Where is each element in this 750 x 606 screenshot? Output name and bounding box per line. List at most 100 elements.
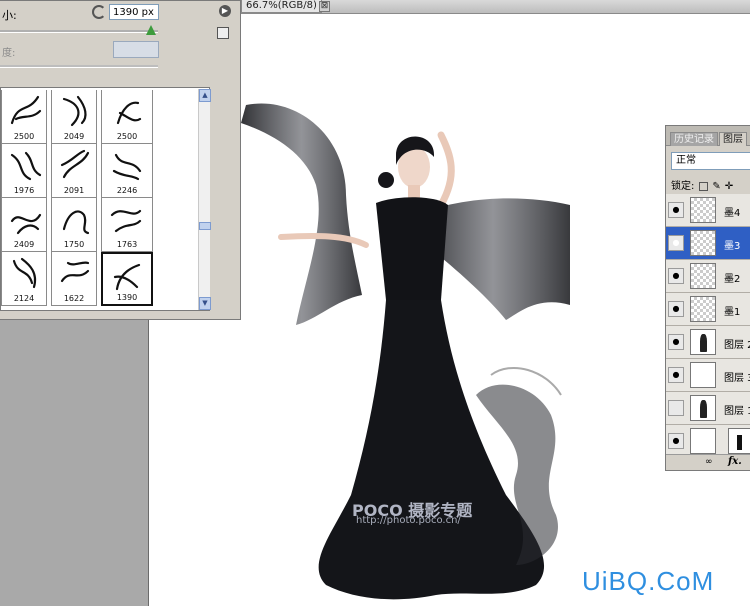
eye-icon[interactable]: ●: [668, 235, 684, 251]
layer-name: 墨2: [724, 274, 741, 285]
layer-mask-thumbnail: [728, 428, 750, 454]
layer-name: 墨1: [724, 307, 741, 318]
eye-icon[interactable]: ●: [668, 334, 684, 350]
layer-row[interactable]: ● 墨2: [666, 260, 750, 293]
layer-row[interactable]: ● 墨1: [666, 293, 750, 326]
brush-stroke-preview: [60, 261, 90, 283]
layer-thumbnail: [690, 263, 716, 289]
brush-stroke-preview: [116, 101, 142, 125]
brush-stroke-preview: [113, 263, 141, 291]
layers-panel: 历史记录 图层 正常 锁定:✎✛ ●墨4●墨3●墨2●墨1●图层 2●图层 3●…: [665, 125, 750, 471]
brush-stroke-preview: [60, 149, 90, 179]
layer-name: 墨4: [724, 208, 741, 219]
brush-preset[interactable]: 2500: [101, 90, 153, 144]
lock-row: 锁定: ✎ ✛: [671, 177, 733, 193]
brush-grid: 2500 2049 2500 1976 2091 2246 2409 1750 1763 2124…: [1, 90, 153, 306]
blend-mode-select[interactable]: 正常: [671, 152, 750, 170]
brush-size-number: 2500: [13, 132, 35, 141]
hardness-label: 度:: [2, 48, 16, 59]
brush-size-number: 1390: [116, 293, 138, 302]
create-new-preset-icon[interactable]: [217, 27, 229, 39]
lock-label: 锁定:: [671, 181, 695, 192]
layer-thumbnail: [690, 395, 716, 421]
tab-layers[interactable]: 图层: [719, 132, 747, 146]
brush-size-number: 1622: [63, 294, 85, 303]
close-document-icon[interactable]: ⊠: [319, 1, 330, 12]
brush-preset[interactable]: 1390: [101, 252, 153, 306]
lock-transparency-icon[interactable]: [699, 181, 709, 191]
reset-size-icon[interactable]: [92, 5, 106, 19]
brush-preset[interactable]: 1750: [51, 198, 97, 252]
layer-row[interactable]: ● 图层 1: [666, 392, 750, 425]
layer-name: 图层 3: [724, 373, 750, 384]
brush-list-scrollbar[interactable]: ▲ ▼: [198, 89, 211, 310]
brush-size-number: 1750: [63, 240, 85, 249]
canvas-artwork: [241, 103, 570, 600]
eye-icon[interactable]: ●: [668, 433, 684, 449]
brush-preset[interactable]: 2124: [1, 252, 47, 306]
layer-name: 图层 2: [724, 340, 750, 351]
brush-stroke-preview: [12, 257, 37, 289]
brush-preset[interactable]: 2091: [51, 144, 97, 198]
tab-history[interactable]: 历史记录: [670, 132, 718, 146]
eye-icon[interactable]: ●: [668, 400, 684, 416]
layer-name: 图层 1: [724, 406, 750, 417]
size-slider-track[interactable]: [0, 30, 158, 33]
scroll-thumb[interactable]: [199, 222, 211, 230]
document-tab[interactable]: 66.7%(RGB/8): [241, 0, 322, 13]
brush-preset-panel: 小: ▶ 度: 2500 2049 2500 1976 2091 2246 2409 1750…: [0, 0, 241, 320]
brush-size-label: 小:: [2, 9, 17, 22]
panel-menu-icon[interactable]: ▶: [219, 5, 231, 17]
brush-stroke-preview: [10, 95, 42, 125]
brush-stroke-preview: [62, 210, 90, 235]
link-layers-icon[interactable]: ∞: [705, 457, 713, 467]
panel-tabs: 历史记录 图层: [666, 126, 750, 146]
layer-name: 墨3: [724, 241, 741, 252]
brush-size-number: 2124: [13, 294, 35, 303]
brush-stroke-preview: [10, 213, 42, 235]
layer-thumbnail: [690, 362, 716, 388]
hardness-input[interactable]: [113, 41, 159, 58]
brush-preset[interactable]: 2246: [101, 144, 153, 198]
layer-row[interactable]: ● 墨3: [666, 227, 750, 260]
brush-preset[interactable]: 2409: [1, 198, 47, 252]
brush-stroke-preview: [62, 95, 87, 127]
brush-preset-list[interactable]: 2500 2049 2500 1976 2091 2246 2409 1750 1763 2124…: [0, 87, 211, 311]
layer-row[interactable]: ● 图层 3: [666, 359, 750, 392]
lock-position-icon[interactable]: ✛: [725, 181, 733, 192]
layer-thumbnail: [690, 428, 716, 454]
scroll-up-icon[interactable]: ▲: [199, 89, 211, 102]
brush-size-number: 1763: [116, 240, 138, 249]
eye-icon[interactable]: ●: [668, 367, 684, 383]
layer-row[interactable]: ● 墨4: [666, 194, 750, 227]
brush-preset[interactable]: 2500: [1, 90, 47, 144]
brush-size-number: 2246: [116, 186, 138, 195]
layer-thumbnail: [690, 329, 716, 355]
layers-list: ● 墨4 ● 墨3 ● 墨2 ● 墨1 ● 图层 2 ● 图层 3 ● 图层 1 ●: [666, 194, 750, 458]
eye-icon[interactable]: ●: [668, 268, 684, 284]
brush-size-number: 2409: [13, 240, 35, 249]
layer-row[interactable]: ● 图层 2: [666, 326, 750, 359]
scroll-down-icon[interactable]: ▼: [199, 297, 211, 310]
brush-size-input[interactable]: [109, 4, 159, 20]
brush-stroke-preview: [110, 209, 142, 233]
layer-thumbnail: [690, 197, 716, 223]
layers-bottom-bar: ∞ fx.: [666, 454, 750, 470]
hardness-slider-track[interactable]: [0, 65, 158, 68]
layer-thumbnail: [690, 230, 716, 256]
brush-preset[interactable]: 2049: [51, 90, 97, 144]
layer-style-icon[interactable]: fx.: [728, 456, 742, 467]
lock-pixels-icon[interactable]: ✎: [712, 181, 720, 192]
brush-preset[interactable]: 1763: [101, 198, 153, 252]
poco-watermark-url: http://photo.poco.cn/: [356, 515, 461, 526]
eye-icon[interactable]: ●: [668, 301, 684, 317]
site-watermark: UiBQ.CoM: [582, 566, 715, 596]
brush-stroke-preview: [112, 153, 142, 181]
brush-stroke-preview: [10, 151, 42, 181]
brush-preset[interactable]: 1976: [1, 144, 47, 198]
brush-preset[interactable]: 1622: [51, 252, 97, 306]
brush-size-number: 1976: [13, 186, 35, 195]
brush-size-number: 2500: [116, 132, 138, 141]
eye-icon[interactable]: ●: [668, 202, 684, 218]
brush-size-number: 2049: [63, 132, 85, 141]
